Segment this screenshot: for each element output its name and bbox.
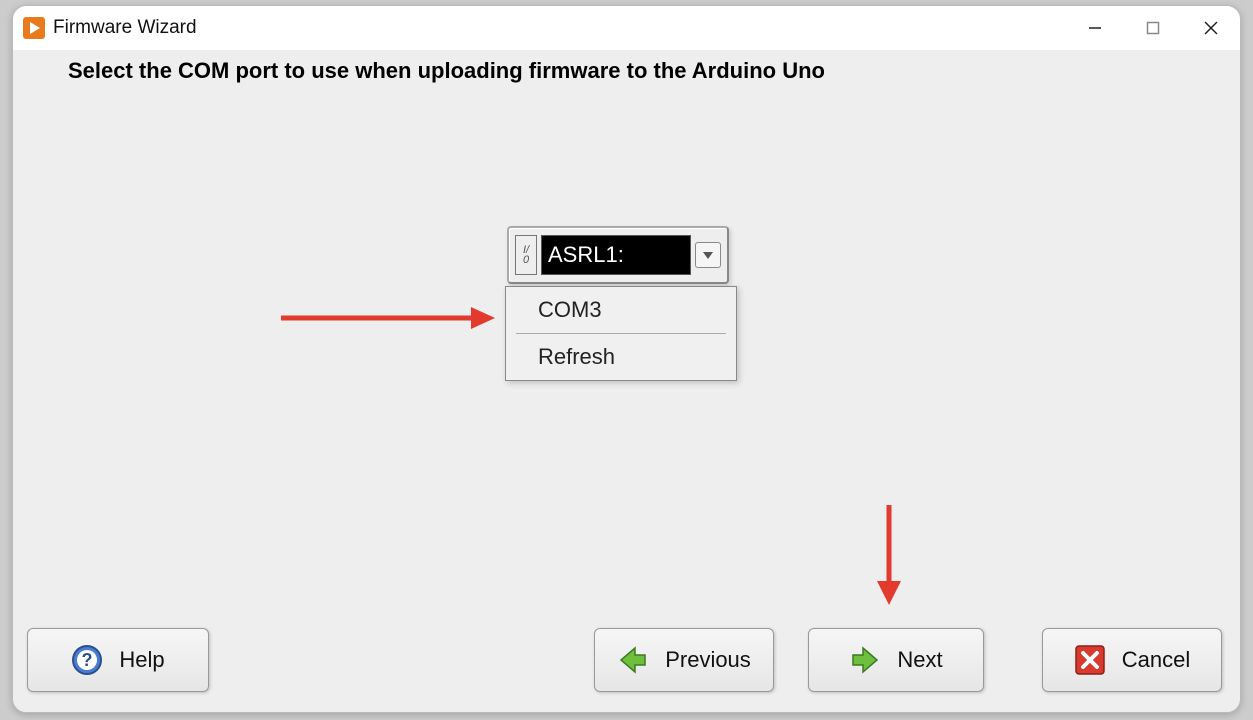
- maximize-button[interactable]: [1124, 6, 1182, 50]
- annotation-arrow-right: [281, 307, 495, 329]
- minimize-button[interactable]: [1066, 6, 1124, 50]
- minimize-icon: [1088, 21, 1102, 35]
- annotation-arrow-down: [875, 505, 903, 605]
- previous-button-label: Previous: [665, 647, 751, 673]
- help-icon: ?: [71, 644, 103, 676]
- maximize-icon: [1146, 21, 1160, 35]
- io-icon: I/0: [515, 235, 537, 275]
- port-combo-wrap: I/0 ASRL1:: [507, 226, 729, 284]
- app-icon: [23, 17, 45, 39]
- cancel-button-label: Cancel: [1122, 647, 1190, 673]
- cancel-button[interactable]: Cancel: [1042, 628, 1222, 692]
- close-button[interactable]: [1182, 6, 1240, 50]
- dropdown-item-com3[interactable]: COM3: [506, 287, 736, 333]
- cancel-icon: [1074, 644, 1106, 676]
- next-button-label: Next: [897, 647, 942, 673]
- arrow-right-icon: [849, 644, 881, 676]
- port-combo-dropdown-button[interactable]: [695, 242, 721, 268]
- port-dropdown: COM3 Refresh: [505, 286, 737, 381]
- firmware-wizard-window: Firmware Wizard Select the COM port to u…: [12, 5, 1241, 713]
- svg-text:?: ?: [82, 650, 93, 670]
- window-controls: [1066, 6, 1240, 50]
- close-icon: [1204, 21, 1218, 35]
- chevron-down-icon: [702, 249, 714, 261]
- help-button[interactable]: ? Help: [27, 628, 209, 692]
- wizard-footer: ? Help Previous Next: [13, 628, 1240, 694]
- arrow-left-icon: [617, 644, 649, 676]
- dropdown-item-refresh[interactable]: Refresh: [506, 334, 736, 380]
- next-button[interactable]: Next: [808, 628, 984, 692]
- previous-button[interactable]: Previous: [594, 628, 774, 692]
- help-button-label: Help: [119, 647, 164, 673]
- wizard-content: Select the COM port to use when uploadin…: [13, 50, 1240, 712]
- port-combo-value: ASRL1:: [541, 235, 691, 275]
- instruction-text: Select the COM port to use when uploadin…: [68, 58, 825, 84]
- titlebar: Firmware Wizard: [13, 6, 1240, 50]
- port-combo[interactable]: I/0 ASRL1:: [507, 226, 729, 284]
- window-title: Firmware Wizard: [53, 17, 197, 39]
